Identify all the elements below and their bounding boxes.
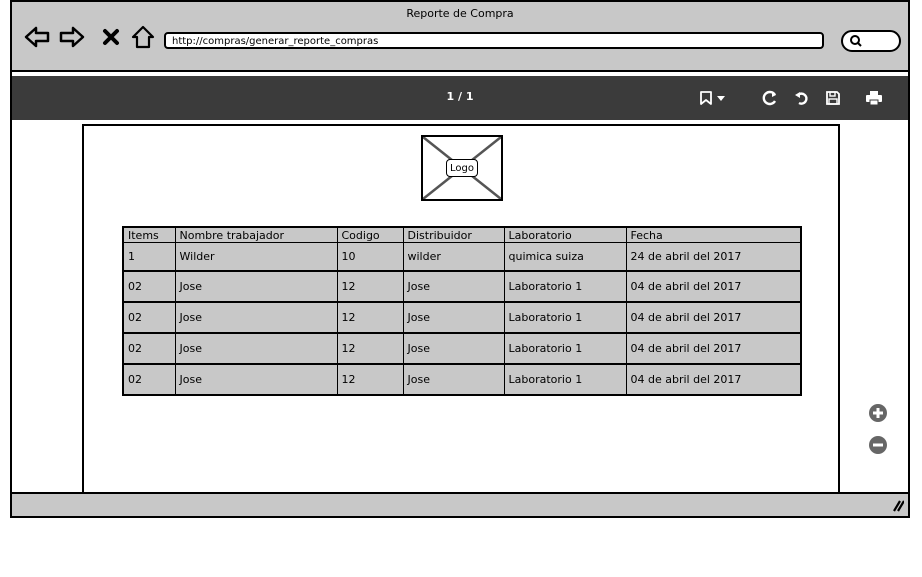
document-page: Logo Items Nombre trabajador Codigo Dist… bbox=[82, 124, 840, 496]
table-cell: 12 bbox=[337, 333, 404, 365]
resize-grip-icon[interactable] bbox=[890, 498, 904, 512]
table-cell: 02 bbox=[123, 302, 176, 334]
title-bar: Reporte de Compra http://compras/generar… bbox=[12, 2, 908, 72]
table-cell: Jose bbox=[175, 302, 338, 334]
table-cell: 02 bbox=[123, 333, 176, 365]
table-cell: 12 bbox=[337, 364, 404, 396]
table-cell: Jose bbox=[403, 364, 505, 396]
undo-button[interactable] bbox=[792, 88, 812, 108]
zoom-out-button[interactable] bbox=[867, 434, 889, 456]
table-cell: Laboratorio 1 bbox=[504, 333, 627, 365]
forward-arrow-icon bbox=[59, 26, 85, 48]
table-row: 02 Jose 12 Jose Laboratorio 1 04 de abri… bbox=[123, 302, 802, 334]
table-row: 02 Jose 12 Jose Laboratorio 1 04 de abri… bbox=[123, 333, 802, 365]
bookmark-menu-button[interactable] bbox=[698, 88, 732, 108]
save-button[interactable] bbox=[823, 88, 843, 108]
table-cell: 04 de abril del 2017 bbox=[626, 333, 802, 365]
bookmark-icon bbox=[700, 91, 725, 105]
table-header-row: Items Nombre trabajador Codigo Distribui… bbox=[123, 227, 802, 243]
table-cell: Jose bbox=[403, 271, 505, 303]
table-cell: Jose bbox=[175, 364, 338, 396]
table-cell: Jose bbox=[175, 271, 338, 303]
table-cell: 04 de abril del 2017 bbox=[626, 302, 802, 334]
table-cell: Jose bbox=[403, 333, 505, 365]
table-cell: Laboratorio 1 bbox=[504, 302, 627, 334]
stop-icon bbox=[103, 29, 119, 45]
column-header: Laboratorio bbox=[504, 227, 627, 243]
viewer-toolbar: 1 / 1 bbox=[12, 76, 908, 120]
table-cell: Laboratorio 1 bbox=[504, 364, 627, 396]
logo-label: Logo bbox=[446, 159, 478, 177]
url-field[interactable]: http://compras/generar_reporte_compras bbox=[164, 32, 824, 49]
table-cell: 1 bbox=[123, 242, 176, 272]
zoom-in-button[interactable] bbox=[867, 402, 889, 424]
document-viewer: Logo Items Nombre trabajador Codigo Dist… bbox=[12, 120, 908, 496]
table-cell: 04 de abril del 2017 bbox=[626, 271, 802, 303]
stop-button[interactable] bbox=[98, 24, 124, 50]
table-row: 02 Jose 12 Jose Laboratorio 1 04 de abri… bbox=[123, 271, 802, 303]
column-header: Distribuidor bbox=[403, 227, 505, 243]
zoom-out-icon bbox=[869, 436, 887, 454]
column-header: Fecha bbox=[626, 227, 802, 243]
purchase-report-table: Items Nombre trabajador Codigo Distribui… bbox=[122, 226, 802, 396]
print-button[interactable] bbox=[863, 88, 885, 108]
rotate-icon bbox=[762, 90, 777, 106]
table-row: 02 Jose 12 Jose Laboratorio 1 04 de abri… bbox=[123, 364, 802, 396]
forward-button[interactable] bbox=[59, 24, 85, 50]
table-cell: 10 bbox=[337, 242, 404, 272]
home-icon bbox=[131, 25, 155, 49]
search-icon bbox=[850, 35, 862, 47]
table-cell: 04 de abril del 2017 bbox=[626, 364, 802, 396]
table-cell: Wilder bbox=[175, 242, 338, 272]
table-cell: Jose bbox=[403, 302, 505, 334]
table-cell: 12 bbox=[337, 271, 404, 303]
column-header: Codigo bbox=[337, 227, 404, 243]
table-cell: 24 de abril del 2017 bbox=[626, 242, 802, 272]
search-box[interactable] bbox=[841, 30, 901, 52]
back-arrow-icon bbox=[24, 26, 50, 48]
logo-placeholder: Logo bbox=[421, 135, 503, 201]
table-cell: 02 bbox=[123, 271, 176, 303]
table-cell: quimica suiza bbox=[504, 242, 627, 272]
status-bar bbox=[12, 492, 908, 516]
rotate-button[interactable] bbox=[760, 88, 780, 108]
table-cell: Laboratorio 1 bbox=[504, 271, 627, 303]
undo-icon bbox=[795, 92, 808, 105]
column-header: Items bbox=[123, 227, 176, 243]
table-cell: 02 bbox=[123, 364, 176, 396]
back-button[interactable] bbox=[24, 24, 50, 50]
save-icon bbox=[826, 91, 840, 105]
column-header: Nombre trabajador bbox=[175, 227, 338, 243]
window-title: Reporte de Compra bbox=[406, 7, 514, 20]
table-row: 1 Wilder 10 wilder quimica suiza 24 de a… bbox=[123, 242, 802, 272]
table-cell: Jose bbox=[175, 333, 338, 365]
table-cell: wilder bbox=[403, 242, 505, 272]
home-button[interactable] bbox=[130, 24, 156, 50]
browser-window: Reporte de Compra http://compras/generar… bbox=[10, 0, 910, 518]
table-cell: 12 bbox=[337, 302, 404, 334]
print-icon bbox=[866, 91, 882, 106]
zoom-in-icon bbox=[869, 404, 887, 422]
